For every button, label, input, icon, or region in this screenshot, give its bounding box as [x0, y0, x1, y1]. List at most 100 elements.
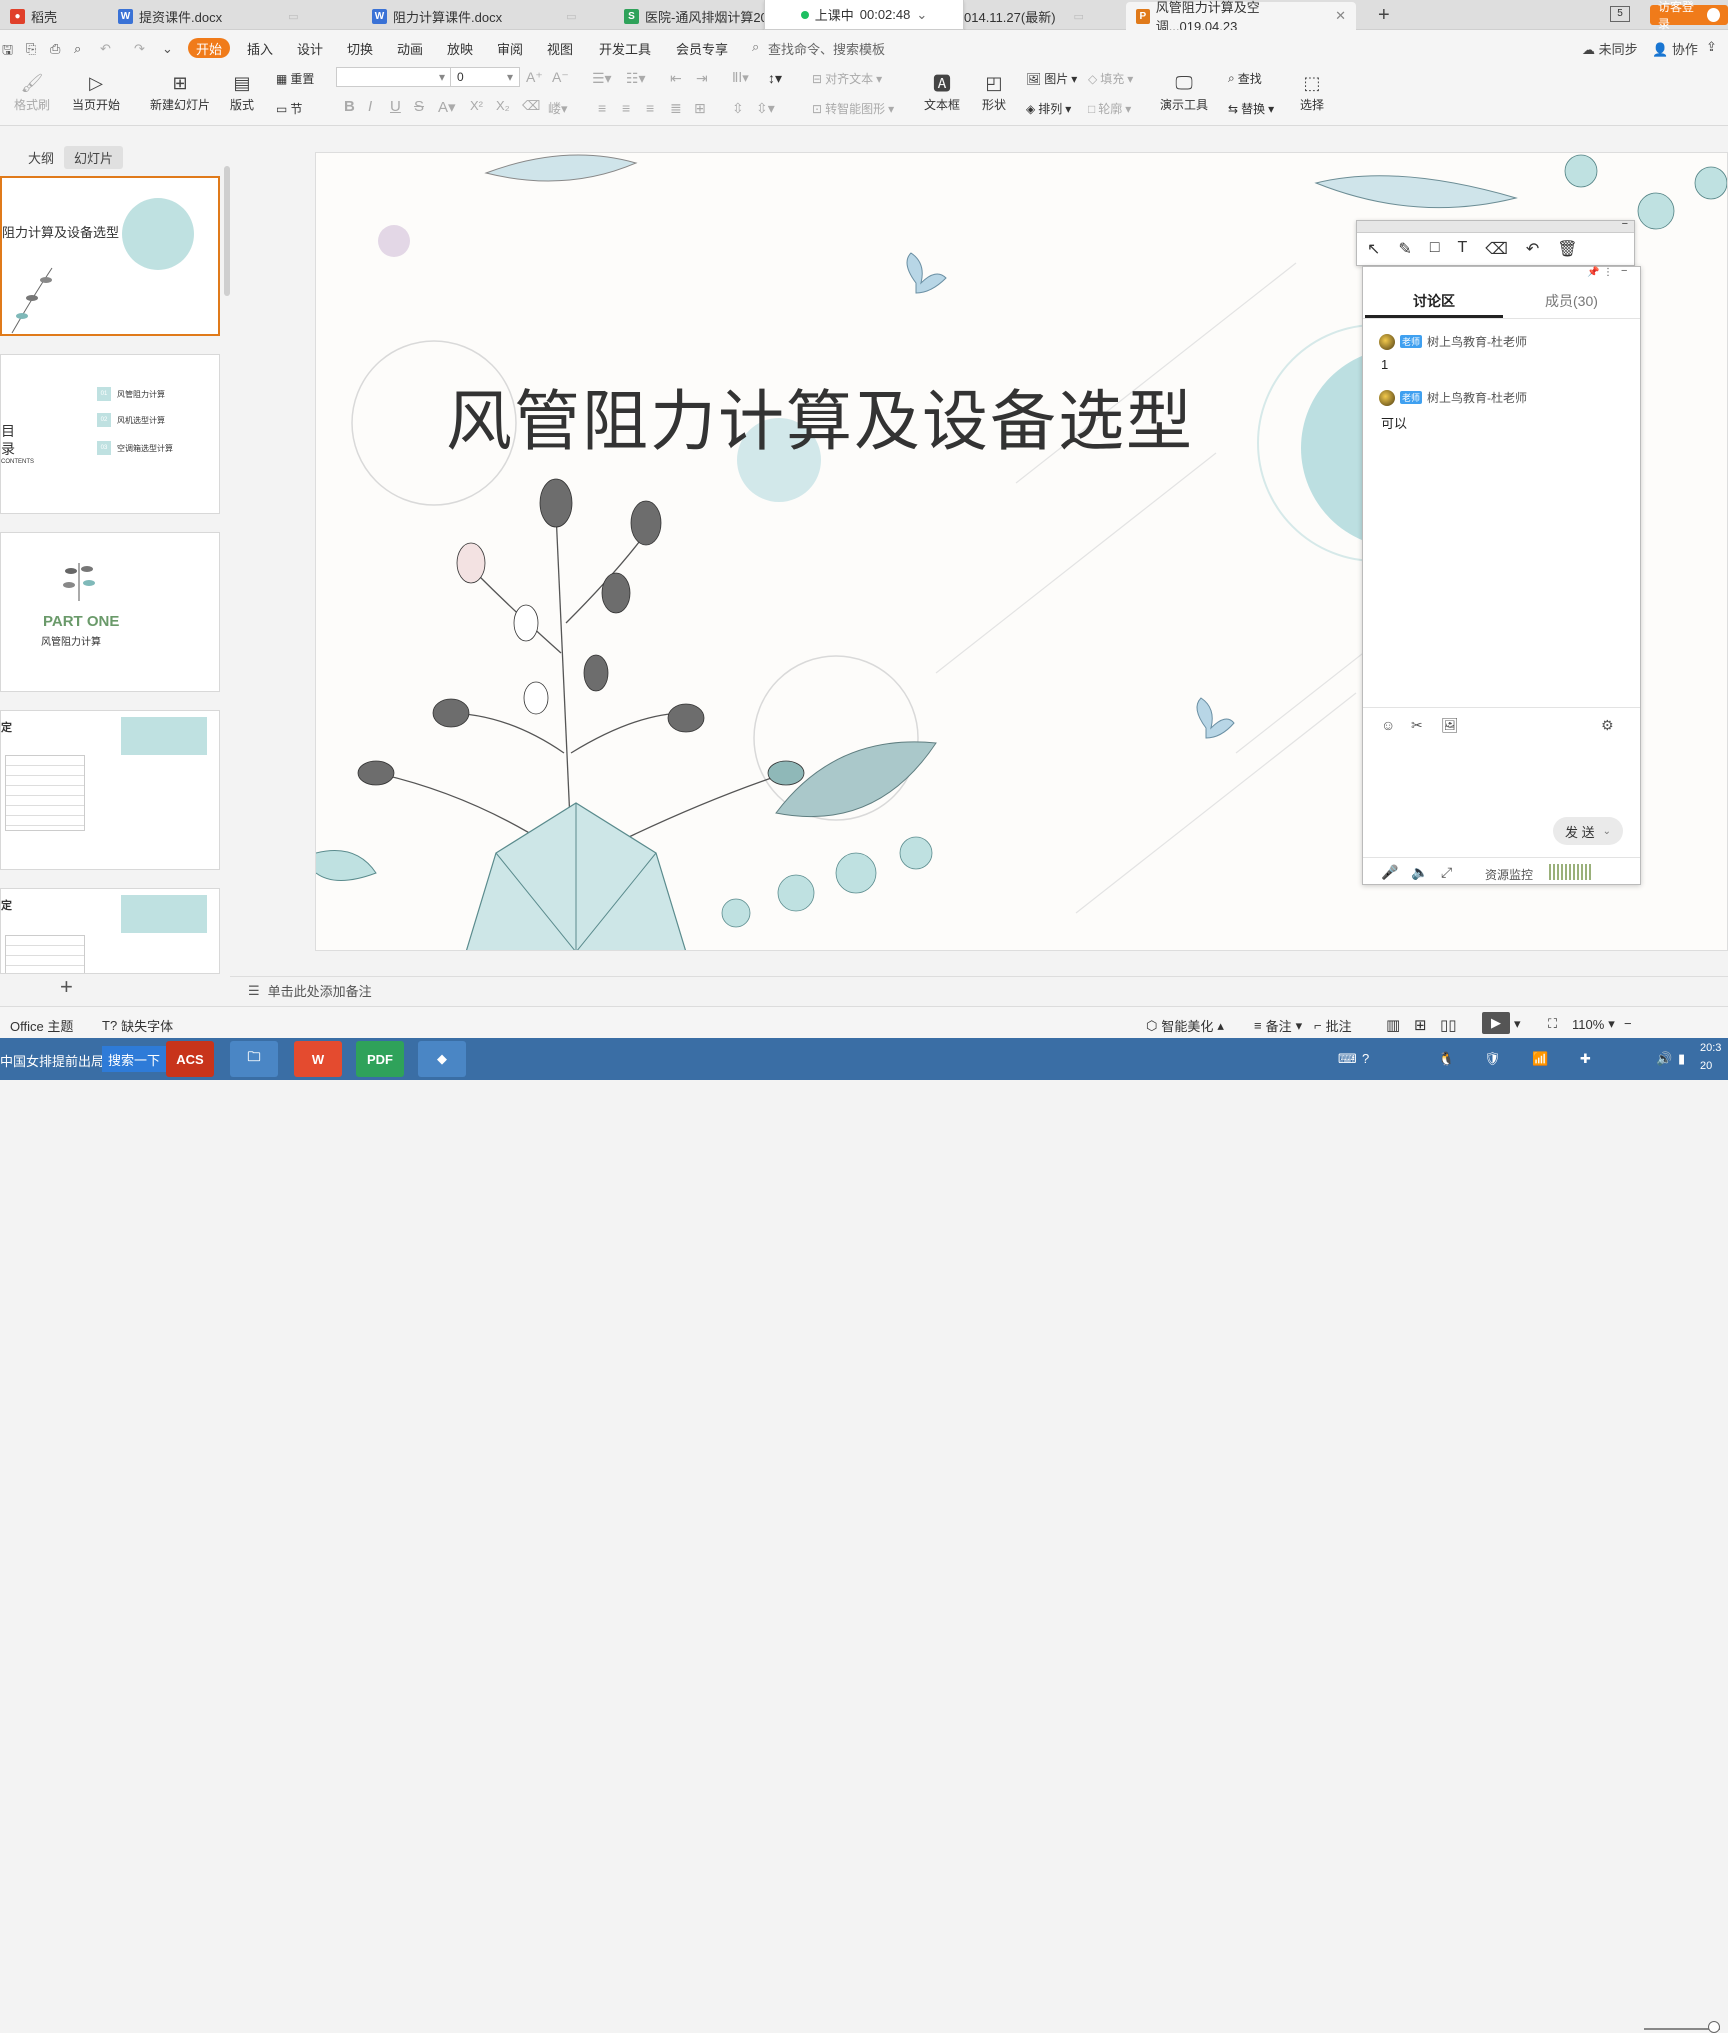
select-button[interactable]: ⬚ 选择 — [1300, 70, 1324, 113]
qq-icon[interactable]: 🐧 — [1438, 1051, 1454, 1067]
smartart-button[interactable]: ⊡ 转智能图形 ▾ — [812, 100, 894, 117]
more-icon[interactable]: ⋮ — [1603, 267, 1613, 278]
tab-pin-icon[interactable]: ▭ — [288, 10, 298, 23]
distribute-icon[interactable]: ⊞ — [694, 100, 706, 117]
comments-toggle[interactable]: ⌐ 批注 — [1314, 1016, 1352, 1035]
add-slide-button[interactable]: + — [60, 974, 73, 1000]
pin-icon[interactable]: 📌 — [1587, 267, 1599, 278]
pen-icon[interactable]: ✎ — [1398, 239, 1411, 259]
superscript-icon[interactable]: X² — [470, 98, 483, 113]
section-button[interactable]: ▭ 节 — [276, 100, 302, 117]
taskbar-app-pdf[interactable]: PDF — [356, 1041, 404, 1077]
menu-start[interactable]: 开始 — [188, 38, 231, 58]
slide-thumbnail-4[interactable]: 定 — [0, 710, 220, 870]
sync-status[interactable]: ☁ 未同步 — [1582, 39, 1638, 58]
screen-share-icon[interactable]: ⤢ — [1441, 864, 1452, 881]
font-name-select[interactable]: ▾ — [336, 67, 452, 87]
missing-font-button[interactable]: T? 缺失字体 — [102, 1016, 173, 1035]
tab-members[interactable]: 成员(30) — [1545, 291, 1598, 311]
normal-view-icon[interactable]: ▥ — [1386, 1016, 1400, 1034]
strikethrough-icon[interactable]: S — [414, 98, 424, 115]
collaborate-button[interactable]: 👤 协作 — [1652, 39, 1698, 58]
zoom-select[interactable]: 110% ▾ — [1572, 1016, 1615, 1032]
customize-icon[interactable]: ⌄ — [162, 41, 173, 57]
theme-name[interactable]: Office 主题 — [10, 1016, 73, 1035]
increase-font-icon[interactable]: A⁺ — [526, 69, 543, 86]
notes-toggle[interactable]: ≡ 备注 ▾ — [1254, 1016, 1302, 1035]
replace-button[interactable]: ⇆ 替换 ▾ — [1228, 100, 1274, 117]
send-button[interactable]: 发 送 ⌄ — [1553, 817, 1623, 845]
taskbar-app-wps[interactable]: W — [294, 1041, 342, 1077]
tab-pin-icon[interactable]: ▭ — [566, 10, 576, 23]
close-icon[interactable]: ✕ — [1335, 8, 1346, 24]
toolbar-titlebar[interactable]: − — [1357, 218, 1634, 233]
shield-icon[interactable]: 🛡 — [1484, 1051, 1501, 1067]
justify-icon[interactable]: ≣ — [670, 100, 682, 117]
bold-icon[interactable]: B — [344, 98, 355, 115]
picture-button[interactable]: 🖼 图片 ▾ — [1026, 70, 1077, 87]
sorter-view-icon[interactable]: ⊞ — [1414, 1016, 1427, 1034]
chevron-down-icon[interactable]: ⌄ — [916, 7, 927, 23]
print-icon[interactable]: ⎙ — [50, 41, 60, 57]
new-tab-button[interactable]: + — [1378, 4, 1390, 27]
guest-login-button[interactable]: 访客登录 — [1650, 0, 1728, 31]
arrange-button[interactable]: ◈ 排列 ▾ — [1026, 100, 1071, 117]
sort-icon[interactable]: ↕▾ — [768, 70, 782, 87]
menu-slideshow[interactable]: 放映 — [447, 39, 473, 58]
align-text-button[interactable]: ⊟ 对齐文本 ▾ — [812, 70, 882, 87]
chevron-down-icon[interactable]: ▾ — [1514, 1016, 1521, 1032]
menu-design[interactable]: 设计 — [297, 39, 323, 58]
undo-icon[interactable]: ↶ — [100, 41, 111, 57]
line-spacing-icon[interactable]: ⇳ — [732, 100, 744, 117]
minimize-icon[interactable]: − — [1621, 265, 1627, 277]
tab-slides[interactable]: 幻灯片 — [64, 146, 124, 169]
menu-transition[interactable]: 切换 — [347, 39, 373, 58]
taskbar-app-folder[interactable]: 🗀 — [230, 1041, 278, 1077]
window-count-badge[interactable]: 5 — [1610, 6, 1630, 22]
taskbar-app-classroom[interactable]: ◆ — [418, 1041, 466, 1077]
menu-membership[interactable]: 会员专享 — [676, 39, 728, 58]
outline-button[interactable]: □ 轮廓 ▾ — [1088, 100, 1131, 117]
notes-area[interactable]: ☰ 单击此处添加备注 — [230, 976, 1728, 1004]
signal-icon[interactable]: ▮ — [1678, 1051, 1685, 1067]
font-size-select[interactable]: 0 ▾ — [450, 67, 520, 87]
clock-date[interactable]: 20 — [1700, 1060, 1712, 1072]
volume-icon[interactable]: 🔊 — [1656, 1051, 1672, 1067]
slide-title[interactable]: 风管阻力计算及设备选型 — [446, 368, 1194, 464]
menu-animation[interactable]: 动画 — [397, 39, 423, 58]
zoom-slider-handle[interactable] — [1708, 2021, 1720, 2033]
shape-button[interactable]: ◰ 形状 — [982, 70, 1006, 113]
tab-pin-icon[interactable]: ▭ — [1074, 10, 1084, 23]
font-color-icon[interactable]: A▾ — [438, 98, 456, 116]
textbox-button[interactable]: 🅰 文本框 — [924, 70, 960, 113]
italic-icon[interactable]: I — [368, 98, 372, 115]
scrollbar[interactable] — [224, 166, 230, 296]
menu-review[interactable]: 审阅 — [497, 39, 523, 58]
share-icon[interactable]: ⇪ — [1706, 39, 1717, 55]
indent-icon[interactable]: ⇥ — [696, 70, 708, 87]
search-icon[interactable]: ⌕ — [752, 39, 759, 55]
tab-sheet-1[interactable]: S 医院-通风排烟计算201 — [614, 2, 785, 30]
undo-icon[interactable]: ↶ — [1526, 239, 1539, 259]
clock-time[interactable]: 20:3 — [1700, 1042, 1721, 1054]
slideshow-play-icon[interactable]: ▶ — [1482, 1012, 1510, 1034]
paragraph-spacing-icon[interactable]: ⇳▾ — [756, 100, 775, 117]
menu-developer[interactable]: 开发工具 — [599, 39, 651, 58]
chat-input[interactable] — [1373, 743, 1630, 809]
tab-doc-2[interactable]: W 阻力计算课件.docx ▭ — [362, 2, 586, 30]
tab-sheet-1-suffix[interactable]: 014.11.27(最新) ▭ — [954, 2, 1094, 30]
underline-icon[interactable]: U — [390, 98, 401, 115]
trash-icon[interactable]: 🗑 — [1557, 239, 1577, 259]
rectangle-icon[interactable]: □ — [1430, 239, 1440, 259]
speaker-icon[interactable]: 🔈 — [1411, 864, 1428, 881]
fit-window-icon[interactable]: ⛶ — [1548, 1016, 1557, 1032]
scissors-icon[interactable]: ✂ — [1411, 717, 1423, 734]
align-center-icon[interactable]: ≡ — [622, 100, 630, 116]
align-right-icon[interactable]: ≡ — [646, 100, 654, 116]
keyboard-icon[interactable]: ⌨ — [1338, 1051, 1357, 1067]
pointer-icon[interactable]: ↖ — [1367, 239, 1380, 259]
play-current-button[interactable]: ▷ 当页开始 — [72, 70, 120, 113]
tab-doc-1[interactable]: W 提资课件.docx ▭ — [108, 2, 308, 30]
fill-button[interactable]: ◇ 填充 ▾ — [1088, 70, 1133, 87]
reset-button[interactable]: ▦ 重置 — [276, 70, 314, 87]
